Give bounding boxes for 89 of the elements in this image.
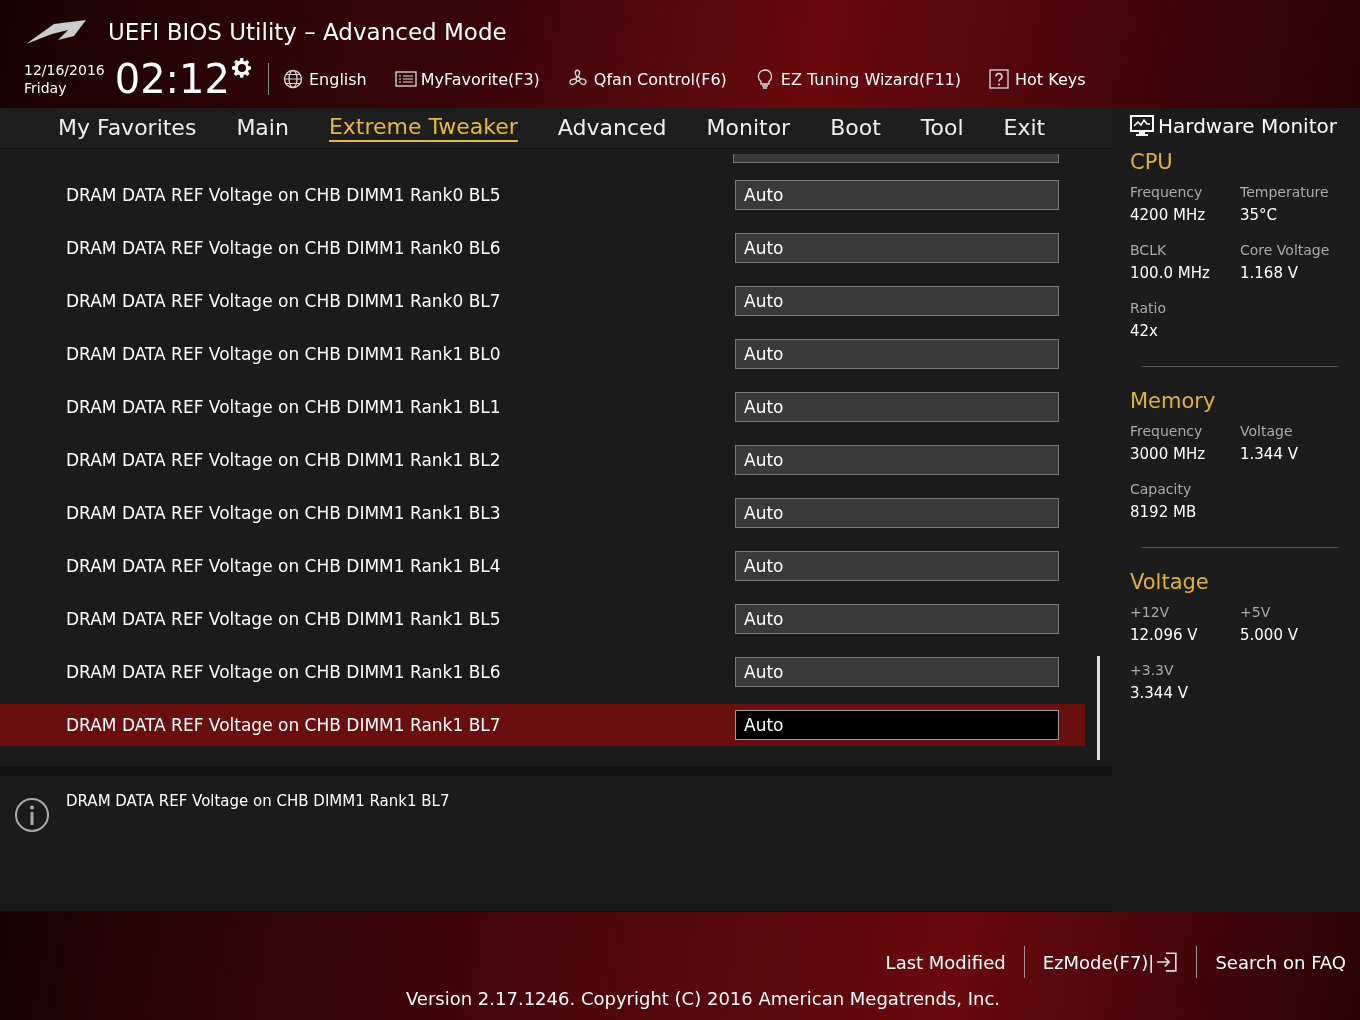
menu-tab[interactable]: Tool: [920, 113, 964, 143]
setting-row[interactable]: DRAM DATA REF Voltage on CHB DIMM1 Rank1 BL4 Auto: [0, 545, 1085, 587]
setting-row[interactable]: DRAM DATA REF Voltage on CHB DIMM1 Rank1 BL5 Auto: [0, 598, 1085, 640]
menu-tab[interactable]: Main: [236, 113, 289, 143]
metric-value: 3.344 V: [1130, 684, 1189, 702]
metric-label: Capacity: [1130, 481, 1193, 497]
globe-icon[interactable]: [283, 69, 305, 89]
footer-link[interactable]: Last Modified: [885, 951, 1006, 973]
clock-time: 02:12: [114, 57, 230, 101]
menu-tab[interactable]: My Favorites: [58, 113, 197, 143]
settings-icon[interactable]: [230, 56, 254, 80]
metric-value: 4200 MHz: [1130, 206, 1207, 224]
toolbar-link[interactable]: MyFavorite(F3): [420, 69, 540, 89]
section-heading: CPU: [1130, 150, 1174, 174]
setting-label: DRAM DATA REF Voltage on CHB DIMM1 Rank1 BL1: [66, 397, 501, 417]
dropdown-field[interactable]: Auto: [735, 233, 1059, 263]
section-heading: Voltage: [1130, 570, 1210, 594]
metric-label: +12V: [1130, 604, 1171, 620]
metric-value: 12.096 V: [1130, 626, 1199, 644]
metric-label: Voltage: [1240, 423, 1294, 439]
menu-tab[interactable]: Boot: [830, 113, 881, 143]
setting-row[interactable]: DRAM DATA REF Voltage on CHB DIMM1 Rank1 BL1 Auto: [0, 386, 1085, 428]
metric-value: 1.344 V: [1240, 445, 1299, 463]
dropdown-field[interactable]: Auto: [735, 445, 1059, 475]
date-text: 12/16/2016: [24, 61, 105, 79]
version-text: Version 2.17.1246. Copyright (C) 2016 American Megatrends, Inc.: [405, 988, 1001, 1009]
toolbar-link[interactable]: Hot Keys: [1015, 69, 1086, 89]
panel-title: Hardware Monitor: [1158, 114, 1337, 138]
dropdown-field[interactable]: Auto: [735, 392, 1059, 422]
toolbar-link[interactable]: Qfan Control(F6): [593, 69, 727, 89]
selected-row-highlight[interactable]: DRAM DATA REF Voltage on CHB DIMM1 Rank1 BL7 Auto: [0, 704, 1085, 746]
setting-row[interactable]: DRAM DATA REF Voltage on CHB DIMM1 Rank1 BL0 Auto: [0, 333, 1085, 375]
weekday-text: Friday: [24, 79, 68, 97]
setting-label: DRAM DATA REF Voltage on CHB DIMM1 Rank0 BL6: [66, 238, 501, 258]
setting-label: DRAM DATA REF Voltage on CHB DIMM1 Rank1 BL6: [66, 662, 501, 682]
exit-arrow-icon[interactable]: [1156, 951, 1179, 973]
dropdown-field[interactable]: Auto: [735, 551, 1059, 581]
setting-label: DRAM DATA REF Voltage on CHB DIMM1 Rank1 BL4: [66, 556, 501, 576]
dropdown-field[interactable]: Auto: [735, 710, 1059, 740]
setting-label: DRAM DATA REF Voltage on CHB DIMM1 Rank1 BL0: [66, 344, 501, 364]
metric-value: 5.000 V: [1240, 626, 1299, 644]
metric-label: BCLK: [1130, 242, 1168, 258]
info-icon: [14, 797, 50, 833]
help-description: DRAM DATA REF Voltage on CHB DIMM1 Rank1 BL7: [66, 792, 450, 810]
section-heading: Memory: [1130, 389, 1217, 413]
metric-value: 42x: [1130, 322, 1159, 340]
window-title: UEFI BIOS Utility – Advanced Mode: [108, 19, 507, 45]
footer-link[interactable]: Search on FAQ: [1215, 951, 1346, 973]
setting-label: DRAM DATA REF Voltage on CHB DIMM1 Rank0 BL7: [66, 291, 501, 311]
toolbar-link[interactable]: EZ Tuning Wizard(F11): [780, 69, 962, 89]
list-icon[interactable]: [394, 69, 417, 89]
metric-label: Ratio: [1130, 300, 1167, 316]
dropdown-field[interactable]: Auto: [735, 604, 1059, 634]
scrollbar-thumb[interactable]: [1097, 656, 1100, 760]
menu-tab[interactable]: Monitor: [706, 113, 791, 143]
dropdown-field[interactable]: Auto: [735, 498, 1059, 528]
setting-label: DRAM DATA REF Voltage on CHB DIMM1 Rank1 BL7: [66, 715, 501, 735]
setting-row[interactable]: DRAM DATA REF Voltage on CHB DIMM1 Rank1 BL6 Auto: [0, 651, 1085, 693]
footer-link[interactable]: EzMode(F7)|: [1042, 951, 1155, 973]
metric-label: Frequency: [1130, 184, 1204, 200]
menu-tab[interactable]: Advanced: [557, 113, 667, 143]
toolbar-link[interactable]: English: [309, 69, 367, 89]
setting-row[interactable]: DRAM DATA REF Voltage on CHB DIMM1 Rank0 BL6 Auto: [0, 227, 1085, 269]
metric-value: 8192 MB: [1130, 503, 1198, 521]
dropdown-field[interactable]: Auto: [735, 180, 1059, 210]
metric-value: 35°C: [1240, 206, 1279, 224]
setting-row[interactable]: DRAM DATA REF Voltage on CHB DIMM1 Rank0 BL7 Auto: [0, 280, 1085, 322]
metric-label: Core Voltage: [1240, 242, 1331, 258]
menu-tab[interactable]: Exit: [1003, 113, 1046, 143]
setting-row[interactable]: DRAM DATA REF Voltage on CHB DIMM1 Rank0 BL5 Auto: [0, 174, 1085, 216]
setting-label: DRAM DATA REF Voltage on CHB DIMM1 Rank1 BL3: [66, 503, 501, 523]
metric-value: 1.168 V: [1240, 264, 1299, 282]
monitor-icon: [1130, 115, 1154, 137]
dropdown-field[interactable]: Auto: [735, 286, 1059, 316]
setting-row[interactable]: DRAM DATA REF Voltage on CHB DIMM1 Rank1 BL3 Auto: [0, 492, 1085, 534]
setting-label: DRAM DATA REF Voltage on CHB DIMM1 Rank0 BL5: [66, 185, 501, 205]
metric-label: Frequency: [1130, 423, 1204, 439]
setting-label: DRAM DATA REF Voltage on CHB DIMM1 Rank1 BL2: [66, 450, 501, 470]
dropdown-field[interactable]: Auto: [735, 657, 1059, 687]
menu-tab[interactable]: Extreme Tweaker: [328, 114, 518, 142]
setting-row[interactable]: DRAM DATA REF Voltage on CHB DIMM1 Rank1 BL2 Auto: [0, 439, 1085, 481]
dropdown-field[interactable]: Auto: [735, 339, 1059, 369]
metric-label: Temperature: [1240, 184, 1330, 200]
question-mark-icon[interactable]: [989, 69, 1012, 89]
metric-label: +3.3V: [1130, 662, 1175, 678]
metric-label: +5V: [1240, 604, 1272, 620]
metric-value: 3000 MHz: [1130, 445, 1207, 463]
metric-value: 100.0 MHz: [1130, 264, 1211, 282]
setting-label: DRAM DATA REF Voltage on CHB DIMM1 Rank1 BL5: [66, 609, 501, 629]
